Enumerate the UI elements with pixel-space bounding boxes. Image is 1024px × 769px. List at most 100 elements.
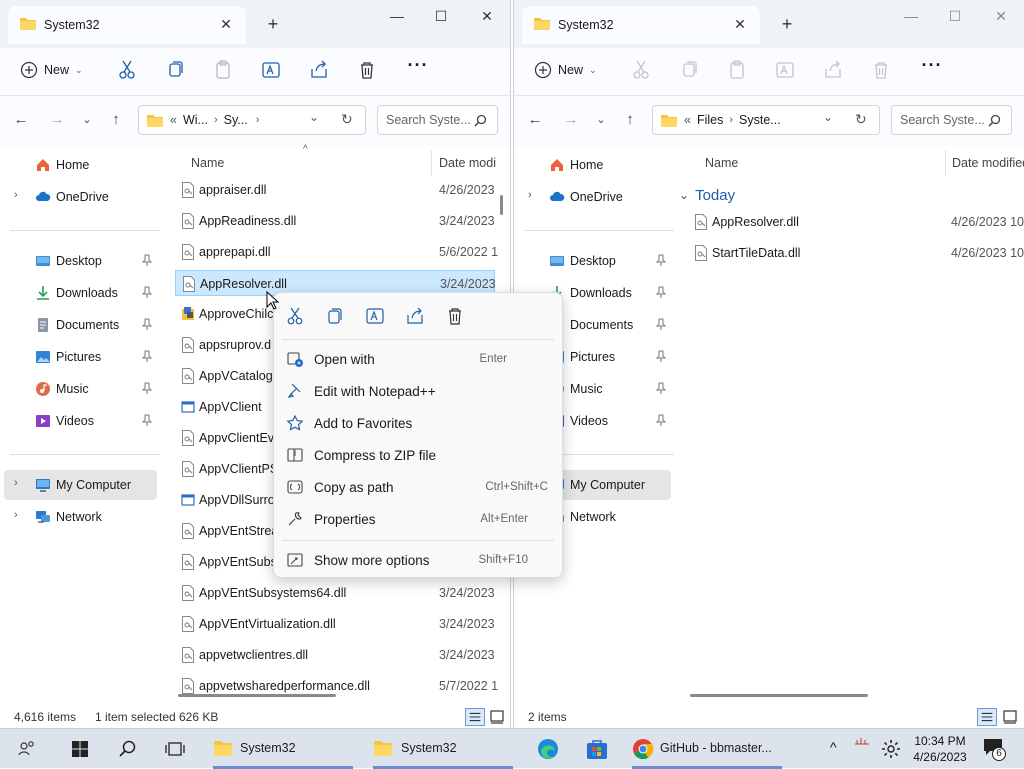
- column-divider[interactable]: [945, 150, 946, 176]
- file-row[interactable]: AppResolver.dll 4/26/2023 10:2: [688, 209, 1024, 235]
- pin-icon[interactable]: [655, 286, 667, 298]
- address-bar[interactable]: « Wi... › Sy... › ⌄ ↻: [138, 105, 366, 135]
- breadcrumb-overflow[interactable]: «: [684, 113, 691, 127]
- sidebar-item-documents[interactable]: Documents: [4, 310, 157, 340]
- paste-icon[interactable]: [724, 57, 750, 83]
- refresh-icon[interactable]: ↻: [855, 111, 867, 128]
- group-header-today[interactable]: ⌄ Today: [679, 184, 735, 206]
- chevron-up-icon[interactable]: ^: [830, 739, 846, 763]
- tab-system32[interactable]: System32 ✕: [8, 6, 246, 44]
- minimize-button[interactable]: —: [896, 8, 926, 24]
- more-options-icon[interactable]: ···: [919, 56, 945, 78]
- maximize-button[interactable]: ☐: [940, 8, 970, 24]
- maximize-button[interactable]: ☐: [426, 8, 456, 24]
- sidebar-item-desktop[interactable]: Desktop: [518, 246, 671, 276]
- sidebar-item-onedrive[interactable]: › OneDrive: [4, 182, 157, 212]
- address-dropdown-icon[interactable]: ⌄: [823, 110, 833, 124]
- minimize-button[interactable]: —: [382, 8, 412, 24]
- share-icon[interactable]: [403, 305, 427, 327]
- pin-icon[interactable]: [141, 382, 153, 394]
- file-row[interactable]: appraiser.dll 4/26/2023: [175, 177, 495, 203]
- column-divider[interactable]: [431, 150, 432, 176]
- sidebar-item-downloads[interactable]: Downloads: [4, 278, 157, 308]
- sidebar-item-pictures[interactable]: Pictures: [4, 342, 157, 372]
- rename-icon[interactable]: [258, 57, 284, 83]
- people-icon[interactable]: [16, 737, 38, 761]
- task-view-icon[interactable]: [164, 737, 186, 761]
- pin-icon[interactable]: [655, 350, 667, 362]
- delete-icon[interactable]: [443, 305, 467, 327]
- vertical-scrollbar[interactable]: [500, 195, 503, 215]
- recent-chevron-icon[interactable]: ⌄: [592, 111, 610, 129]
- pin-icon[interactable]: [655, 382, 667, 394]
- sidebar-item-videos[interactable]: Videos: [4, 406, 157, 436]
- new-button[interactable]: New ⌄: [20, 58, 83, 82]
- share-icon[interactable]: [306, 57, 332, 83]
- search-box[interactable]: Search Syste...: [891, 105, 1012, 135]
- breadcrumb-item[interactable]: Files: [697, 113, 723, 127]
- sidebar-item-home[interactable]: Home: [4, 150, 157, 180]
- windows-start-icon[interactable]: [70, 737, 90, 761]
- search-box[interactable]: Search Syste...: [377, 105, 498, 135]
- tab-system32[interactable]: System32 ✕: [522, 6, 760, 44]
- file-row[interactable]: AppVEntVirtualization.dll 3/24/2023: [175, 611, 495, 637]
- settings-gear-icon[interactable]: [880, 737, 902, 761]
- file-row[interactable]: appvetwclientres.dll 3/24/2023: [175, 642, 495, 668]
- forward-arrow-icon[interactable]: →: [562, 111, 580, 129]
- pin-icon[interactable]: [655, 254, 667, 266]
- sidebar-item-music[interactable]: Music: [4, 374, 157, 404]
- search-icon[interactable]: [118, 737, 138, 761]
- breadcrumb-item[interactable]: Syste...: [739, 113, 781, 127]
- file-row[interactable]: apprepapi.dll 5/6/2022 1: [175, 239, 498, 265]
- up-arrow-icon[interactable]: ↑: [621, 111, 639, 129]
- pin-icon[interactable]: [141, 350, 153, 362]
- network-status-icon[interactable]: [853, 729, 871, 753]
- breadcrumb-item[interactable]: Sy...: [224, 113, 248, 127]
- cut-icon[interactable]: [628, 57, 654, 83]
- share-icon[interactable]: [820, 57, 846, 83]
- copy-icon[interactable]: [676, 57, 702, 83]
- horizontal-scrollbar[interactable]: [690, 694, 868, 697]
- pin-icon[interactable]: [141, 414, 153, 426]
- column-header-name[interactable]: Name: [705, 156, 738, 182]
- copy-icon[interactable]: [162, 57, 188, 83]
- forward-arrow-icon[interactable]: →: [48, 111, 66, 129]
- back-arrow-icon[interactable]: ←: [12, 111, 30, 129]
- file-row[interactable]: StartTileData.dll 4/26/2023 10:2: [688, 240, 1024, 266]
- paste-icon[interactable]: [210, 57, 236, 83]
- refresh-icon[interactable]: ↻: [341, 111, 353, 128]
- chevron-right-icon[interactable]: ›: [528, 189, 532, 201]
- new-tab-button[interactable]: +: [776, 14, 798, 36]
- column-header-date[interactable]: Date modified: [952, 156, 1024, 182]
- menu-item-open-with[interactable]: Open with Enter: [278, 344, 558, 374]
- delete-icon[interactable]: [354, 57, 380, 83]
- microsoft-store-icon[interactable]: [584, 737, 610, 761]
- edge-browser-icon[interactable]: [535, 737, 561, 761]
- new-tab-button[interactable]: +: [262, 14, 284, 36]
- sidebar-item-desktop[interactable]: Desktop: [4, 246, 157, 276]
- chevron-right-icon[interactable]: ›: [14, 189, 18, 201]
- recent-chevron-icon[interactable]: ⌄: [78, 111, 96, 129]
- tiles-view-icon[interactable]: [488, 708, 506, 726]
- clock[interactable]: 10:34 PM 4/26/2023: [910, 732, 970, 766]
- notification-center[interactable]: 6: [982, 737, 1006, 761]
- taskbar-app-explorer-1[interactable]: System32: [209, 729, 359, 769]
- address-dropdown-icon[interactable]: ⌄: [309, 110, 319, 124]
- close-window-button[interactable]: ✕: [472, 8, 502, 24]
- tiles-view-icon[interactable]: [1001, 708, 1019, 726]
- back-arrow-icon[interactable]: ←: [526, 111, 544, 129]
- cut-icon[interactable]: [114, 57, 140, 83]
- sidebar-item-onedrive[interactable]: › OneDrive: [518, 182, 671, 212]
- sidebar-item-home[interactable]: Home: [518, 150, 671, 180]
- new-button[interactable]: New ⌄: [534, 58, 597, 82]
- menu-item-compress-to-zip[interactable]: Compress to ZIP file: [278, 440, 558, 470]
- copy-icon[interactable]: [323, 305, 347, 327]
- more-options-icon[interactable]: ···: [405, 56, 431, 78]
- sidebar-item-my-computer[interactable]: › My Computer: [4, 470, 157, 500]
- menu-item-copy-as-path[interactable]: Copy as path Ctrl+Shift+C: [278, 472, 558, 502]
- rename-icon[interactable]: [363, 305, 387, 327]
- close-tab-icon[interactable]: ✕: [730, 14, 750, 34]
- close-window-button[interactable]: ✕: [986, 8, 1016, 24]
- menu-item-edit-with-notepad-plus-plus[interactable]: Edit with Notepad++: [278, 376, 558, 406]
- menu-item-add-to-favorites[interactable]: Add to Favorites: [278, 408, 558, 438]
